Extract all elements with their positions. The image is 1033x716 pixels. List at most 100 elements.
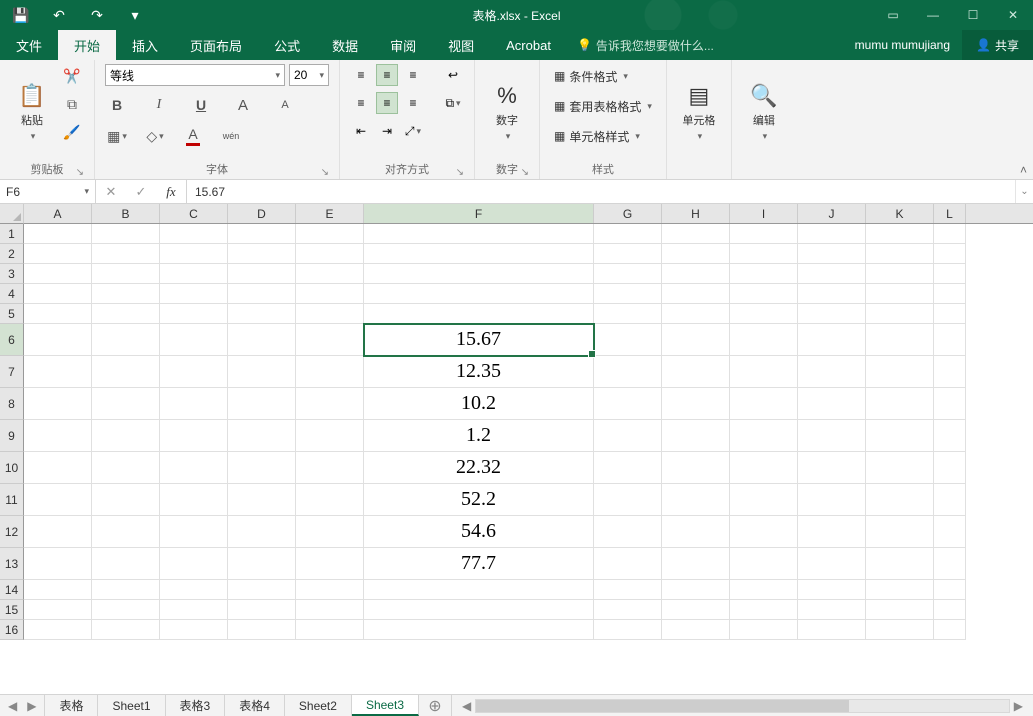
cell-H11[interactable] [662, 484, 730, 516]
cell-G14[interactable] [594, 580, 662, 600]
italic-button[interactable]: I [147, 93, 171, 117]
cell-J7[interactable] [798, 356, 866, 388]
cell-G6[interactable] [594, 324, 662, 356]
row-header-16[interactable]: 16 [0, 620, 24, 640]
paste-button[interactable]: 📋 粘贴 ▾ [10, 64, 54, 161]
cell-A12[interactable] [24, 516, 92, 548]
cell-B13[interactable] [92, 548, 160, 580]
cell-D14[interactable] [228, 580, 296, 600]
row-header-1[interactable]: 1 [0, 224, 24, 244]
cell-B7[interactable] [92, 356, 160, 388]
cell-C9[interactable] [160, 420, 228, 452]
row-header-7[interactable]: 7 [0, 356, 24, 388]
cell-G3[interactable] [594, 264, 662, 284]
cell-A8[interactable] [24, 388, 92, 420]
cell-C11[interactable] [160, 484, 228, 516]
column-header-E[interactable]: E [296, 204, 364, 223]
column-header-L[interactable]: L [934, 204, 966, 223]
cell-J4[interactable] [798, 284, 866, 304]
cell-G12[interactable] [594, 516, 662, 548]
cell-I15[interactable] [730, 600, 798, 620]
clipboard-launcher-icon[interactable]: ↘ [76, 167, 84, 178]
grow-font-button[interactable]: A [231, 93, 255, 117]
cell-F2[interactable] [364, 244, 594, 264]
cell-K12[interactable] [866, 516, 934, 548]
phonetic-button[interactable]: wén [219, 124, 243, 148]
cell-K7[interactable] [866, 356, 934, 388]
cell-D15[interactable] [228, 600, 296, 620]
cell-K11[interactable] [866, 484, 934, 516]
undo-button[interactable]: ↶ [50, 6, 68, 24]
cell-C2[interactable] [160, 244, 228, 264]
tab-file[interactable]: 文件 [0, 30, 58, 60]
cell-C4[interactable] [160, 284, 228, 304]
cell-G15[interactable] [594, 600, 662, 620]
cell-E16[interactable] [296, 620, 364, 640]
cell-E13[interactable] [296, 548, 364, 580]
cell-D6[interactable] [228, 324, 296, 356]
underline-button[interactable]: U [189, 93, 213, 117]
cell-B3[interactable] [92, 264, 160, 284]
cell-G4[interactable] [594, 284, 662, 304]
alignment-launcher-icon[interactable]: ↘ [456, 167, 464, 178]
cell-A7[interactable] [24, 356, 92, 388]
cell-E6[interactable] [296, 324, 364, 356]
cell-A10[interactable] [24, 452, 92, 484]
cell-I5[interactable] [730, 304, 798, 324]
shrink-font-button[interactable]: A [273, 93, 297, 117]
cell-E11[interactable] [296, 484, 364, 516]
bold-button[interactable]: B [105, 93, 129, 117]
cell-G16[interactable] [594, 620, 662, 640]
editing-button[interactable]: 🔍 编辑 ▾ [742, 64, 786, 161]
cell-K3[interactable] [866, 264, 934, 284]
cell-I3[interactable] [730, 264, 798, 284]
tab-view[interactable]: 视图 [432, 30, 490, 60]
cell-L12[interactable] [934, 516, 966, 548]
cell-B2[interactable] [92, 244, 160, 264]
row-header-11[interactable]: 11 [0, 484, 24, 516]
cell-A16[interactable] [24, 620, 92, 640]
cell-C1[interactable] [160, 224, 228, 244]
cell-E4[interactable] [296, 284, 364, 304]
tab-acrobat[interactable]: Acrobat [490, 30, 567, 60]
tell-me-search[interactable]: 💡 告诉我您想要做什么... [577, 30, 714, 60]
cell-K4[interactable] [866, 284, 934, 304]
cell-A5[interactable] [24, 304, 92, 324]
qat-customize-icon[interactable]: ▾ [126, 6, 144, 24]
insert-function-button[interactable]: fx [156, 184, 186, 200]
cell-L6[interactable] [934, 324, 966, 356]
cell-B14[interactable] [92, 580, 160, 600]
column-header-K[interactable]: K [866, 204, 934, 223]
ribbon-options-button[interactable]: ▭ [873, 0, 913, 30]
cell-H2[interactable] [662, 244, 730, 264]
cell-G10[interactable] [594, 452, 662, 484]
column-header-I[interactable]: I [730, 204, 798, 223]
row-header-15[interactable]: 15 [0, 600, 24, 620]
cell-F10[interactable]: 22.32 [364, 452, 594, 484]
cell-B11[interactable] [92, 484, 160, 516]
cell-F12[interactable]: 54.6 [364, 516, 594, 548]
cut-button[interactable]: ✂️ [60, 64, 84, 88]
save-button[interactable]: 💾 [12, 6, 30, 24]
cell-K1[interactable] [866, 224, 934, 244]
new-sheet-button[interactable]: ⊕ [419, 695, 451, 716]
cell-F5[interactable] [364, 304, 594, 324]
cell-L1[interactable] [934, 224, 966, 244]
cell-J16[interactable] [798, 620, 866, 640]
fill-color-button[interactable]: ◇▾ [143, 124, 167, 148]
cell-F16[interactable] [364, 620, 594, 640]
cell-A4[interactable] [24, 284, 92, 304]
cell-F3[interactable] [364, 264, 594, 284]
cell-J1[interactable] [798, 224, 866, 244]
cell-I1[interactable] [730, 224, 798, 244]
select-all-button[interactable] [0, 204, 24, 224]
cell-A15[interactable] [24, 600, 92, 620]
cell-I6[interactable] [730, 324, 798, 356]
cell-C16[interactable] [160, 620, 228, 640]
font-size-combo[interactable]: 20 ▾ [289, 64, 329, 86]
scroll-left-button[interactable]: ◀ [458, 699, 475, 713]
sheet-tab-表格3[interactable]: 表格3 [166, 695, 226, 716]
sheet-tab-Sheet2[interactable]: Sheet2 [285, 695, 352, 716]
column-header-G[interactable]: G [594, 204, 662, 223]
sheet-tab-Sheet1[interactable]: Sheet1 [98, 695, 165, 716]
